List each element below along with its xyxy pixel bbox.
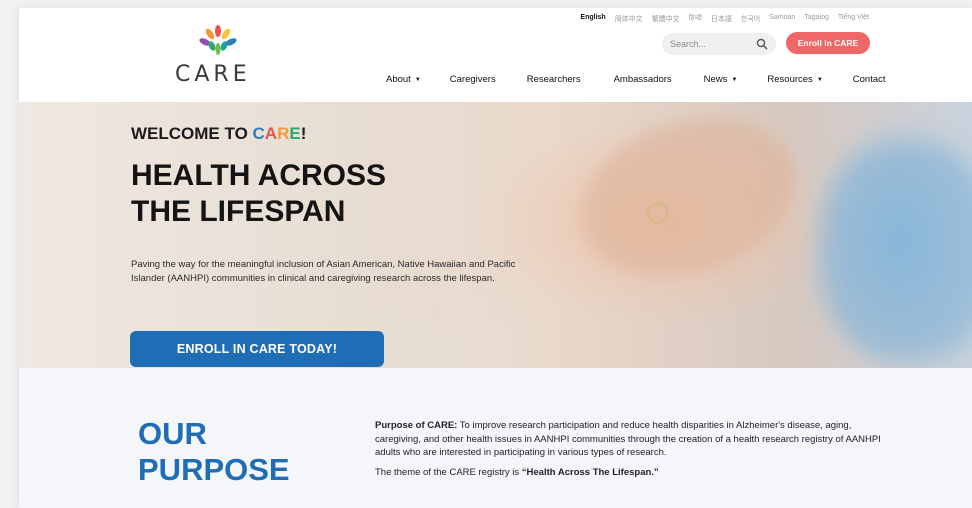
headline-line-1: HEALTH ACROSS — [131, 159, 386, 192]
welcome-heading: WELCOME TO CARE! — [131, 124, 306, 144]
flower-logo-icon — [199, 25, 237, 55]
purpose-paragraph: Purpose of CARE: To improve research par… — [375, 419, 895, 460]
lang-korean[interactable]: 한국어 — [741, 14, 760, 24]
care-logo[interactable]: CARE — [169, 24, 269, 87]
nav-resources-label: Resources — [767, 74, 813, 85]
lang-samoan[interactable]: Samoan — [769, 14, 795, 24]
language-bar: English 简体中文 繁體中文 हिन्दी 日本語 한국어 Samoan … — [580, 14, 869, 24]
enroll-today-button[interactable]: ENROLL IN CARE TODAY! — [130, 331, 384, 367]
nav-contact-label: Contact — [852, 74, 886, 85]
hero-headline: HEALTH ACROSS THE LIFESPAN — [131, 158, 386, 230]
theme-prefix: The theme of the CARE registry is — [375, 466, 522, 478]
caret-down-icon: ▼ — [414, 76, 421, 83]
hero-description: Paving the way for the meaningful inclus… — [131, 259, 516, 284]
welcome-suffix: ! — [300, 124, 307, 143]
search-input[interactable] — [670, 39, 750, 49]
nav-researchers[interactable]: Researchers — [527, 74, 581, 85]
search-icon[interactable] — [756, 38, 768, 50]
headline-line-2: THE LIFESPAN — [131, 195, 346, 228]
lang-hindi[interactable]: हिन्दी — [689, 14, 702, 24]
brand-letter-e: E — [289, 124, 301, 143]
lang-simplified-chinese[interactable]: 简体中文 — [615, 14, 643, 24]
lang-japanese[interactable]: 日本語 — [711, 14, 732, 24]
caret-down-icon: ▼ — [816, 76, 823, 83]
page: English 简体中文 繁體中文 हिन्दी 日本語 한국어 Samoan … — [19, 8, 972, 508]
site-header: English 简体中文 繁體中文 हिन्दी 日本語 한국어 Samoan … — [19, 8, 972, 102]
hero-section: WELCOME TO CARE! HEALTH ACROSS THE LIFES… — [19, 102, 972, 368]
nav-news[interactable]: News ▼ — [704, 74, 738, 85]
hero-sleeve-image — [819, 142, 972, 362]
brand-letter-r: R — [277, 124, 290, 143]
enroll-in-care-button[interactable]: Enroll in CARE — [786, 32, 870, 54]
purpose-title-line-1: OUR — [138, 416, 207, 451]
main-nav: About ▼ Caregivers Researchers Ambassador… — [386, 74, 886, 85]
purpose-label: Purpose of CARE: — [375, 420, 458, 431]
theme-quote: “Health Across The Lifespan.” — [521, 466, 659, 478]
lang-english[interactable]: English — [580, 14, 605, 24]
lang-tagalog[interactable]: Tagalog — [804, 14, 829, 24]
nav-about-label: About — [386, 74, 411, 85]
nav-ambassadors-label: Ambassadors — [613, 74, 672, 85]
welcome-prefix: WELCOME TO — [131, 124, 253, 143]
brand-letter-a: A — [264, 124, 278, 143]
caret-down-icon: ▼ — [731, 76, 738, 83]
search-box — [662, 33, 776, 55]
nav-ambassadors[interactable]: Ambassadors — [614, 74, 672, 85]
nav-about[interactable]: About ▼ — [386, 74, 421, 85]
brand-letter-c: C — [252, 124, 265, 143]
purpose-title-line-2: PURPOSE — [138, 452, 290, 487]
nav-news-label: News — [703, 74, 728, 85]
theme-paragraph: The theme of the CARE registry is “Healt… — [375, 466, 895, 480]
nav-researchers-label: Researchers — [526, 74, 581, 85]
purpose-title: OUR PURPOSE — [138, 416, 290, 488]
nav-caregivers[interactable]: Caregivers — [450, 74, 496, 85]
purpose-section: OUR PURPOSE Purpose of CARE: To improve … — [19, 368, 972, 508]
lang-vietnamese[interactable]: Tiếng Việt — [838, 14, 869, 24]
nav-contact[interactable]: Contact — [853, 74, 886, 85]
purpose-body: Purpose of CARE: To improve research par… — [375, 419, 895, 479]
logo-wordmark: CARE — [175, 62, 251, 87]
lang-traditional-chinese[interactable]: 繁體中文 — [652, 14, 680, 24]
nav-resources[interactable]: Resources ▼ — [767, 74, 822, 85]
nav-caregivers-label: Caregivers — [449, 74, 496, 85]
